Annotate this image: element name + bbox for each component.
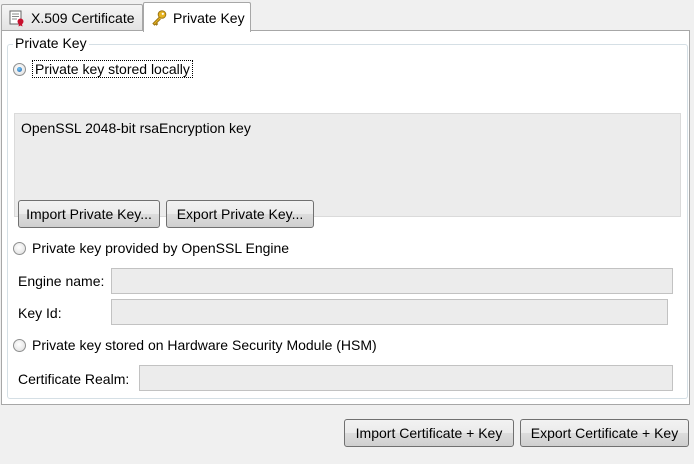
- private-key-panel: Private Key Private key stored locally O…: [1, 30, 690, 405]
- radio-button[interactable]: [13, 338, 26, 352]
- certificate-icon: [9, 10, 24, 26]
- certificate-realm-field[interactable]: [139, 365, 673, 391]
- radio-button[interactable]: [13, 241, 26, 255]
- radio-label: Private key provided by OpenSSL Engine: [32, 240, 290, 256]
- engine-name-field[interactable]: [111, 268, 673, 294]
- group-legend: Private Key: [13, 35, 89, 51]
- key-id-field[interactable]: [111, 299, 668, 325]
- export-certificate-key-button[interactable]: Export Certificate + Key: [520, 419, 689, 447]
- tab-label: X.509 Certificate: [31, 9, 135, 26]
- tab-strip: X.509 Certificate Private Key: [0, 0, 694, 32]
- radio-key-stored-locally[interactable]: Private key stored locally: [13, 60, 193, 78]
- export-private-key-button[interactable]: Export Private Key...: [166, 200, 314, 228]
- engine-name-label: Engine name:: [18, 273, 105, 289]
- radio-label: Private key stored on Hardware Security …: [32, 337, 377, 353]
- tab-private-key[interactable]: Private Key: [143, 2, 251, 32]
- key-icon: [152, 9, 167, 26]
- tab-x509-certificate[interactable]: X.509 Certificate: [1, 4, 143, 30]
- import-certificate-key-button[interactable]: Import Certificate + Key: [344, 419, 514, 447]
- certificate-realm-label: Certificate Realm:: [18, 371, 130, 387]
- radio-label: Private key stored locally: [32, 60, 193, 78]
- key-id-label: Key Id:: [18, 305, 62, 321]
- radio-key-openssl-engine[interactable]: Private key provided by OpenSSL Engine: [13, 240, 289, 256]
- radio-key-hsm[interactable]: Private key stored on Hardware Security …: [13, 337, 377, 353]
- radio-button-checked[interactable]: [13, 62, 26, 76]
- tab-label: Private Key: [173, 9, 245, 26]
- key-info-text: OpenSSL 2048-bit rsaEncryption key: [21, 120, 251, 136]
- import-private-key-button[interactable]: Import Private Key...: [18, 200, 160, 228]
